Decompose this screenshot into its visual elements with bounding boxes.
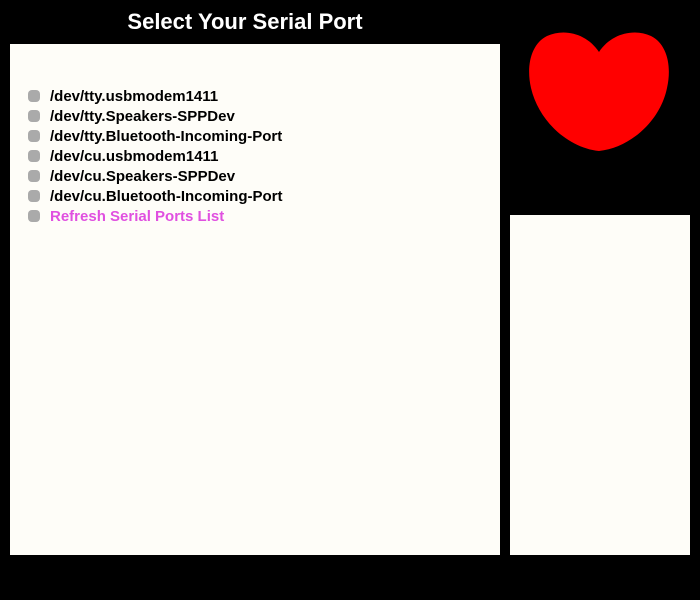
serial-port-item[interactable]: /dev/cu.Bluetooth-Incoming-Port xyxy=(28,186,283,206)
bullet-icon xyxy=(28,170,40,182)
serial-port-list: /dev/tty.usbmodem1411 /dev/tty.Speakers-… xyxy=(28,86,283,226)
serial-port-item[interactable]: /dev/tty.Speakers-SPPDev xyxy=(28,106,283,126)
serial-port-item[interactable]: /dev/cu.Speakers-SPPDev xyxy=(28,166,283,186)
heart-icon xyxy=(529,32,669,151)
page-title: Select Your Serial Port xyxy=(127,9,363,34)
serial-port-panel: /dev/tty.usbmodem1411 /dev/tty.Speakers-… xyxy=(10,44,500,555)
serial-port-label[interactable]: /dev/tty.Speakers-SPPDev xyxy=(50,108,235,125)
serial-port-item[interactable]: /dev/cu.usbmodem1411 xyxy=(28,146,283,166)
side-panel xyxy=(510,215,690,555)
serial-port-item[interactable]: /dev/tty.usbmodem1411 xyxy=(28,86,283,106)
bullet-icon xyxy=(28,130,40,142)
serial-port-label[interactable]: /dev/cu.Bluetooth-Incoming-Port xyxy=(50,188,283,205)
bullet-icon xyxy=(28,150,40,162)
bullet-icon xyxy=(28,90,40,102)
refresh-ports-item[interactable]: Refresh Serial Ports List xyxy=(28,206,283,226)
refresh-ports-link[interactable]: Refresh Serial Ports List xyxy=(50,208,224,225)
serial-port-label[interactable]: /dev/tty.Bluetooth-Incoming-Port xyxy=(50,128,282,145)
bullet-icon xyxy=(28,190,40,202)
heart-shape xyxy=(529,32,669,151)
serial-port-label[interactable]: /dev/tty.usbmodem1411 xyxy=(50,88,218,105)
bullet-icon xyxy=(28,110,40,122)
bullet-icon xyxy=(28,210,40,222)
serial-port-label[interactable]: /dev/cu.Speakers-SPPDev xyxy=(50,168,235,185)
serial-port-item[interactable]: /dev/tty.Bluetooth-Incoming-Port xyxy=(28,126,283,146)
serial-port-label[interactable]: /dev/cu.usbmodem1411 xyxy=(50,148,218,165)
